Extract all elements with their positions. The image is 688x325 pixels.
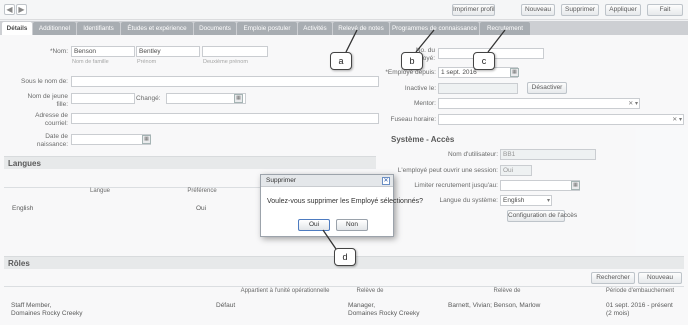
- callout-c: c: [473, 52, 495, 70]
- callout-b: b: [401, 52, 423, 70]
- dialog-title: Supprimer: [261, 175, 393, 187]
- dialog-yes-button[interactable]: Oui: [298, 219, 330, 231]
- delete-confirm-dialog: Supprimer ✕ Voulez-vous supprimer les Em…: [260, 174, 423, 237]
- dialog-message: Voulez-vous supprimer les Employé sélect…: [267, 198, 424, 205]
- dialog-close-icon[interactable]: ✕: [382, 177, 390, 185]
- modal-overlay: [0, 0, 688, 325]
- callout-a: a: [330, 52, 352, 70]
- dialog-no-button[interactable]: Non: [336, 219, 368, 231]
- callout-d: d: [334, 248, 356, 266]
